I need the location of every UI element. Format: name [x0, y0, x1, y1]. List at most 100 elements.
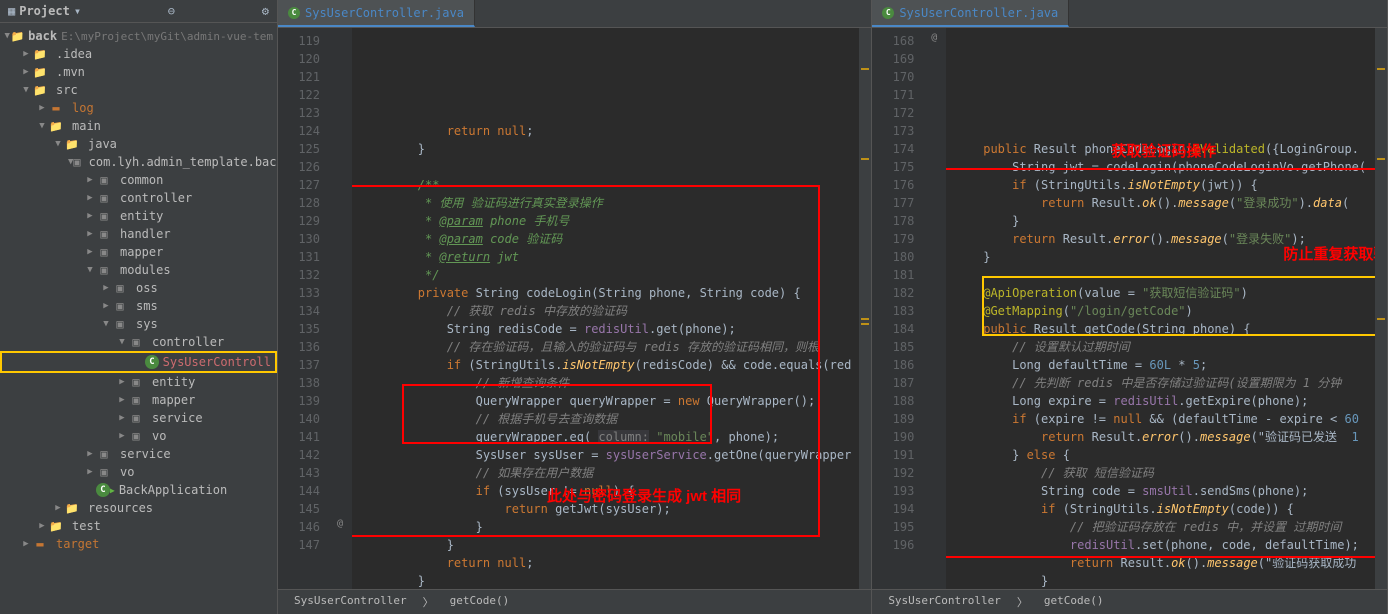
- tree-item-controller[interactable]: ▶▣controller: [0, 189, 277, 207]
- expand-icon[interactable]: ▶: [116, 377, 128, 387]
- right-code-area[interactable]: 1681691701711721731741751761771781791801…: [872, 28, 1387, 589]
- tree-item--idea[interactable]: ▶.idea: [0, 45, 277, 63]
- expand-icon[interactable]: ▶: [100, 301, 112, 311]
- tree-item-service[interactable]: ▶▣service: [0, 445, 277, 463]
- code-line[interactable]: [360, 158, 851, 176]
- code-line[interactable]: */: [360, 266, 851, 284]
- code-line[interactable]: String jwt = codeLogin(phoneCodeLoginVo.…: [954, 158, 1367, 176]
- tree-item-java[interactable]: ▼java: [0, 135, 277, 153]
- code-line[interactable]: }: [360, 572, 851, 589]
- breadcrumb-class[interactable]: SysUserController: [882, 593, 1007, 611]
- expand-icon[interactable]: ▼: [36, 121, 48, 131]
- code-line[interactable]: [954, 266, 1367, 284]
- expand-icon[interactable]: ▶: [36, 103, 48, 113]
- code-line[interactable]: * @return jwt: [360, 248, 851, 266]
- tree-item-entity[interactable]: ▶▣entity: [0, 373, 277, 391]
- expand-icon[interactable]: ▶: [36, 521, 48, 531]
- expand-icon[interactable]: ▶: [84, 229, 96, 239]
- code-line[interactable]: * 使用 验证码进行真实登录操作: [360, 194, 851, 212]
- expand-icon[interactable]: ▼: [116, 337, 128, 347]
- code-line[interactable]: if (expire != null && (defaultTime - exp…: [954, 410, 1367, 428]
- gear-icon[interactable]: ⚙: [262, 4, 269, 18]
- expand-icon[interactable]: ▶: [84, 449, 96, 459]
- tree-item-vo[interactable]: ▶▣vo: [0, 427, 277, 445]
- tree-item-resources[interactable]: ▶resources: [0, 499, 277, 517]
- code-line[interactable]: }: [360, 536, 851, 554]
- code-line[interactable]: SysUser sysUser = sysUserService.getOne(…: [360, 446, 851, 464]
- tree-item-main[interactable]: ▼main: [0, 117, 277, 135]
- code-line[interactable]: }: [954, 248, 1367, 266]
- code-line[interactable]: }: [954, 572, 1367, 589]
- left-code-area[interactable]: 1191201211221231241251261271281291301311…: [278, 28, 871, 589]
- code-line[interactable]: // 新增查询条件: [360, 374, 851, 392]
- code-line[interactable]: }: [360, 140, 851, 158]
- tree-item-test[interactable]: ▶test: [0, 517, 277, 535]
- tree-item-modules[interactable]: ▼▣modules: [0, 261, 277, 279]
- right-scrollmarks[interactable]: [1375, 28, 1387, 589]
- code-line[interactable]: public Result phoneCodeLogin(@Validated(…: [954, 140, 1367, 158]
- code-line[interactable]: public Result getCode(String phone) {: [954, 320, 1367, 338]
- code-line[interactable]: // 存在验证码，且输入的验证码与 redis 存放的验证码相同，则根: [360, 338, 851, 356]
- code-line[interactable]: if (sysUser != null) {: [360, 482, 851, 500]
- code-line[interactable]: if (StringUtils.isNotEmpty(code)) {: [954, 500, 1367, 518]
- code-line[interactable]: /**: [360, 176, 851, 194]
- tree-item-entity[interactable]: ▶▣entity: [0, 207, 277, 225]
- code-line[interactable]: } else {: [954, 446, 1367, 464]
- breadcrumb-class[interactable]: SysUserController: [288, 593, 413, 611]
- expand-icon[interactable]: ▶: [100, 283, 112, 293]
- code-line[interactable]: // 获取 短信验证码: [954, 464, 1367, 482]
- code-line[interactable]: if (StringUtils.isNotEmpty(redisCode) &&…: [360, 356, 851, 374]
- right-code[interactable]: 获取验证码操作 防止重复获取验证码 public Result phoneCod…: [946, 28, 1375, 589]
- code-line[interactable]: * @param phone 手机号: [360, 212, 851, 230]
- code-line[interactable]: return Result.ok().message("验证码获取成功: [954, 554, 1367, 572]
- code-line[interactable]: String code = smsUtil.sendSms(phone);: [954, 482, 1367, 500]
- dropdown-icon[interactable]: ▾: [74, 4, 81, 18]
- code-line[interactable]: return null;: [360, 122, 851, 140]
- tree-item-common[interactable]: ▶▣common: [0, 171, 277, 189]
- code-line[interactable]: // 根据手机号去查询数据: [360, 410, 851, 428]
- code-line[interactable]: Long expire = redisUtil.getExpire(phone)…: [954, 392, 1367, 410]
- code-line[interactable]: }: [360, 518, 851, 536]
- expand-icon[interactable]: ▶: [84, 175, 96, 185]
- tree-item-mapper[interactable]: ▶▣mapper: [0, 391, 277, 409]
- tree-item-sys[interactable]: ▼▣sys: [0, 315, 277, 333]
- code-line[interactable]: @ApiOperation(value = "获取短信验证码"): [954, 284, 1367, 302]
- code-line[interactable]: return Result.error().message("验证码已发送 1: [954, 428, 1367, 446]
- tree-item-src[interactable]: ▼src: [0, 81, 277, 99]
- tree-item-target[interactable]: ▶▬target: [0, 535, 277, 553]
- expand-icon[interactable]: ▶: [116, 413, 128, 423]
- tree-item-handler[interactable]: ▶▣handler: [0, 225, 277, 243]
- expand-icon[interactable]: ▶: [116, 395, 128, 405]
- code-line[interactable]: return Result.ok().message("登录成功").data(: [954, 194, 1367, 212]
- expand-icon[interactable]: ▶: [84, 467, 96, 477]
- tree-item-sms[interactable]: ▶▣sms: [0, 297, 277, 315]
- code-line[interactable]: private String codeLogin(String phone, S…: [360, 284, 851, 302]
- code-line[interactable]: return Result.error().message("登录失败");: [954, 230, 1367, 248]
- tree-item-service[interactable]: ▶▣service: [0, 409, 277, 427]
- code-line[interactable]: }: [954, 212, 1367, 230]
- code-line[interactable]: if (StringUtils.isNotEmpty(jwt)) {: [954, 176, 1367, 194]
- tree-item-com-lyh-admin-template-bac[interactable]: ▼▣com.lyh.admin_template.bac: [0, 153, 277, 171]
- breadcrumb-method[interactable]: getCode(): [1038, 593, 1110, 611]
- expand-icon[interactable]: ▶: [84, 211, 96, 221]
- code-line[interactable]: // 获取 redis 中存放的验证码: [360, 302, 851, 320]
- tree-item-backapplication[interactable]: C▶BackApplication: [0, 481, 277, 499]
- expand-icon[interactable]: ▶: [20, 67, 32, 77]
- tree-item--mvn[interactable]: ▶.mvn: [0, 63, 277, 81]
- expand-icon[interactable]: ▼: [52, 139, 64, 149]
- right-tab[interactable]: C SysUserController.java: [872, 0, 1069, 27]
- tree-item-vo[interactable]: ▶▣vo: [0, 463, 277, 481]
- tree-item-log[interactable]: ▶▬log: [0, 99, 277, 117]
- tree-item-sysusercontroll[interactable]: CSysUserControll: [0, 351, 277, 373]
- code-line[interactable]: * @param code 验证码: [360, 230, 851, 248]
- tree-item-oss[interactable]: ▶▣oss: [0, 279, 277, 297]
- breadcrumb-method[interactable]: getCode(): [444, 593, 516, 611]
- left-code[interactable]: 此处与密码登录生成 jwt 相同 return null; } /** * 使用…: [352, 28, 859, 589]
- code-line[interactable]: QueryWrapper queryWrapper = new QueryWra…: [360, 392, 851, 410]
- expand-icon[interactable]: ▶: [20, 49, 32, 59]
- expand-icon[interactable]: ▼: [20, 85, 32, 95]
- code-line[interactable]: queryWrapper.eq( column: "mobile", phone…: [360, 428, 851, 446]
- code-line[interactable]: @GetMapping("/login/getCode"): [954, 302, 1367, 320]
- code-line[interactable]: return getJwt(sysUser);: [360, 500, 851, 518]
- expand-icon[interactable]: ▶: [84, 247, 96, 257]
